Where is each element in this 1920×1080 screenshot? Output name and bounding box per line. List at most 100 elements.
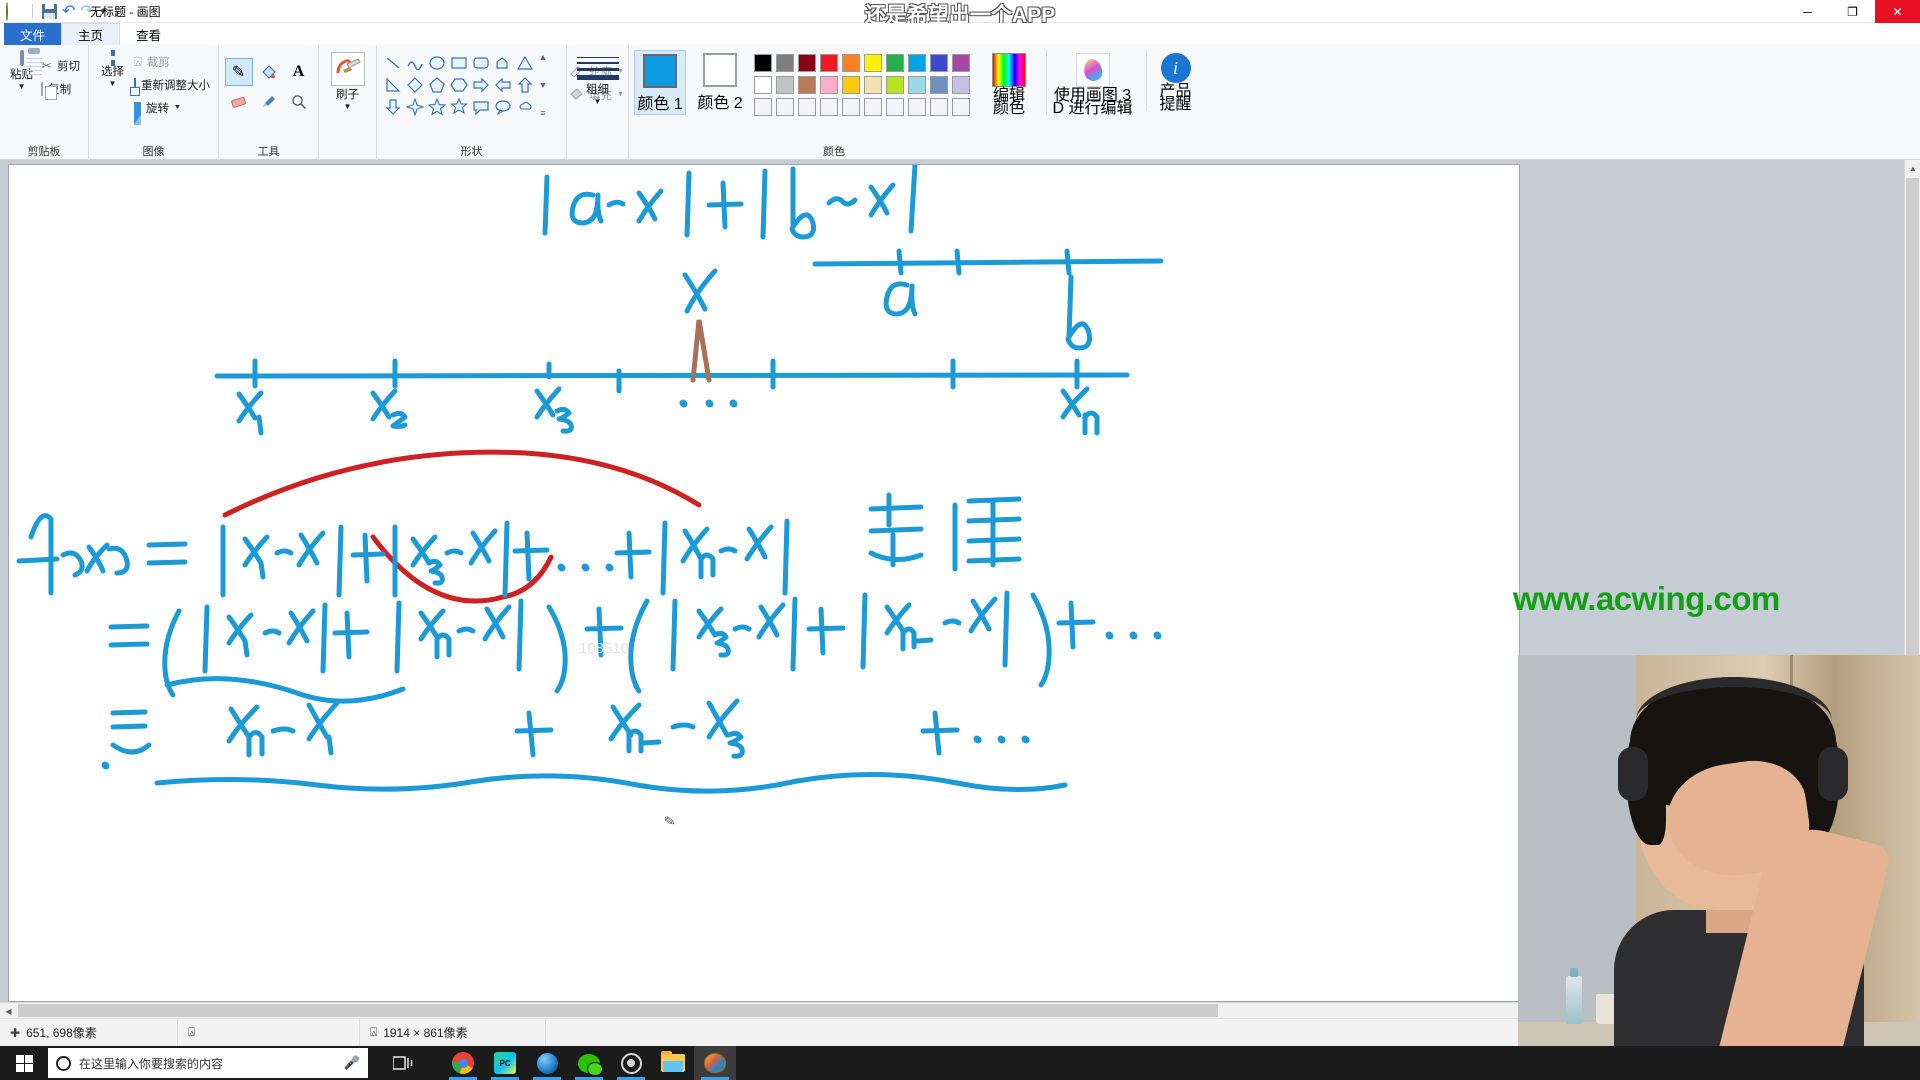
triangle-shape[interactable]: [514, 52, 536, 74]
palette-swatch-1-5[interactable]: [842, 54, 860, 72]
four-point-star-shape[interactable]: [404, 96, 426, 118]
taskbar-app-file-explorer[interactable]: [652, 1046, 694, 1080]
palette-swatch-2-10[interactable]: [952, 76, 970, 94]
palette-swatch-1-3[interactable]: [798, 54, 816, 72]
palette-swatch-3-9[interactable]: [930, 98, 948, 116]
product-alert-button[interactable]: i 产品 提醒: [1146, 50, 1204, 113]
rotate-button[interactable]: 旋转 ▼: [131, 96, 213, 125]
select-chevron-down-icon[interactable]: ▼: [109, 79, 117, 88]
color1-button[interactable]: 颜色 1: [634, 50, 686, 115]
fill-bucket-icon[interactable]: [255, 58, 283, 86]
rotate-chevron-down-icon[interactable]: ▼: [174, 104, 181, 111]
scroll-up-icon[interactable]: ▲: [1905, 160, 1920, 177]
palette-swatch-1-4[interactable]: [820, 54, 838, 72]
palette-swatch-1-2[interactable]: [776, 54, 794, 72]
palette-swatch-3-5[interactable]: [842, 98, 860, 116]
start-button[interactable]: [0, 1046, 48, 1080]
taskbar-app-internet-explorer[interactable]: [526, 1046, 568, 1080]
undo-icon[interactable]: ↶: [62, 3, 75, 19]
palette-swatch-2-9[interactable]: [930, 76, 948, 94]
magnifier-icon[interactable]: [285, 88, 313, 116]
callout-rounded-shape[interactable]: [470, 96, 492, 118]
paint3d-button[interactable]: 使用画图 3 D 进行编辑: [1046, 50, 1138, 117]
brushes-button[interactable]: 刷子 ▼: [327, 48, 369, 111]
hexagon-shape[interactable]: [448, 74, 470, 96]
taskbar-app-obs[interactable]: [610, 1046, 652, 1080]
paste-button[interactable]: 粘贴 ▼: [5, 48, 42, 91]
rounded-rect-shape[interactable]: [470, 52, 492, 74]
palette-swatch-3-3[interactable]: [798, 98, 816, 116]
palette-swatch-2-1[interactable]: [754, 76, 772, 94]
arrow-left-shape[interactable]: [492, 74, 514, 96]
taskbar-search-box[interactable]: 在这里输入你要搜索的内容 🎤: [48, 1048, 368, 1078]
palette-swatch-3-6[interactable]: [864, 98, 882, 116]
task-view-button[interactable]: [382, 1046, 424, 1080]
palette-swatch-1-7[interactable]: [886, 54, 904, 72]
arrow-up-shape[interactable]: [514, 74, 536, 96]
right-triangle-shape[interactable]: [382, 74, 404, 96]
microphone-icon[interactable]: 🎤: [344, 1055, 360, 1071]
cut-button[interactable]: ✂ 剪切: [38, 54, 83, 77]
color2-button[interactable]: 颜色 2: [694, 50, 746, 113]
palette-swatch-3-7[interactable]: [886, 98, 904, 116]
palette-swatch-3-10[interactable]: [952, 98, 970, 116]
palette-swatch-3-4[interactable]: [820, 98, 838, 116]
size-button[interactable]: 粗细 ▼: [572, 48, 623, 106]
color-picker-icon[interactable]: [255, 88, 283, 116]
tab-file[interactable]: 文件: [4, 23, 62, 45]
edit-colors-button[interactable]: 编辑 颜色: [980, 50, 1038, 117]
palette-swatch-2-8[interactable]: [908, 76, 926, 94]
tab-view[interactable]: 查看: [120, 23, 177, 45]
palette-swatch-1-6[interactable]: [864, 54, 882, 72]
palette-swatch-1-8[interactable]: [908, 54, 926, 72]
taskbar-app-paint[interactable]: [694, 1046, 736, 1080]
shape-scroll-up-icon[interactable]: ▲: [539, 52, 548, 62]
minimize-button[interactable]: ─: [1785, 0, 1830, 23]
palette-swatch-1-9[interactable]: [930, 54, 948, 72]
six-point-star-shape[interactable]: [448, 96, 470, 118]
palette-swatch-2-5[interactable]: [842, 76, 860, 94]
pencil-icon[interactable]: ✎: [224, 58, 253, 86]
pentagon-shape[interactable]: [426, 74, 448, 96]
palette-swatch-3-1[interactable]: [754, 98, 772, 116]
palette-swatch-2-2[interactable]: [776, 76, 794, 94]
curve-shape[interactable]: [404, 52, 426, 74]
text-tool-icon[interactable]: A: [285, 58, 313, 86]
maximize-button[interactable]: ❐: [1830, 0, 1875, 23]
callout-oval-shape[interactable]: [492, 96, 514, 118]
color-palette[interactable]: [754, 50, 972, 118]
eraser-icon[interactable]: [225, 88, 253, 116]
palette-swatch-2-4[interactable]: [820, 76, 838, 94]
palette-swatch-1-1[interactable]: [754, 54, 772, 72]
crop-button[interactable]: ⍓ 裁剪: [131, 50, 213, 73]
palette-swatch-3-2[interactable]: [776, 98, 794, 116]
scroll-left-icon[interactable]: ◀: [0, 1003, 17, 1018]
select-button[interactable]: 选择 ▼: [94, 48, 131, 88]
drawing-canvas[interactable]: 108510 ✎: [8, 164, 1520, 1002]
close-button[interactable]: ✕: [1875, 0, 1920, 23]
horizontal-scroll-thumb[interactable]: [18, 1004, 1218, 1017]
arrow-right-shape[interactable]: [470, 74, 492, 96]
paste-chevron-down-icon[interactable]: ▼: [18, 82, 26, 91]
taskbar-app-chrome[interactable]: [442, 1046, 484, 1080]
size-chevron-down-icon[interactable]: ▼: [594, 97, 602, 106]
palette-swatch-3-8[interactable]: [908, 98, 926, 116]
ellipse-shape[interactable]: [426, 52, 448, 74]
diamond-shape[interactable]: [404, 74, 426, 96]
palette-swatch-2-7[interactable]: [886, 76, 904, 94]
brushes-chevron-down-icon[interactable]: ▼: [344, 102, 352, 111]
polygon-shape[interactable]: [492, 52, 514, 74]
tab-home[interactable]: 主页: [61, 23, 121, 45]
line-shape[interactable]: [382, 52, 404, 74]
taskbar-app-pycharm[interactable]: PC: [484, 1046, 526, 1080]
taskbar-app-wechat[interactable]: [568, 1046, 610, 1080]
callout-cloud-shape[interactable]: [514, 96, 536, 118]
palette-swatch-1-10[interactable]: [952, 54, 970, 72]
palette-swatch-2-6[interactable]: [864, 76, 882, 94]
shape-gallery[interactable]: ▲ ▼ ≡: [382, 52, 558, 118]
save-icon[interactable]: [42, 3, 57, 19]
five-point-star-shape[interactable]: [426, 96, 448, 118]
arrow-down-shape[interactable]: [382, 96, 404, 118]
palette-swatch-2-3[interactable]: [798, 76, 816, 94]
copy-button[interactable]: 复制: [38, 77, 83, 100]
